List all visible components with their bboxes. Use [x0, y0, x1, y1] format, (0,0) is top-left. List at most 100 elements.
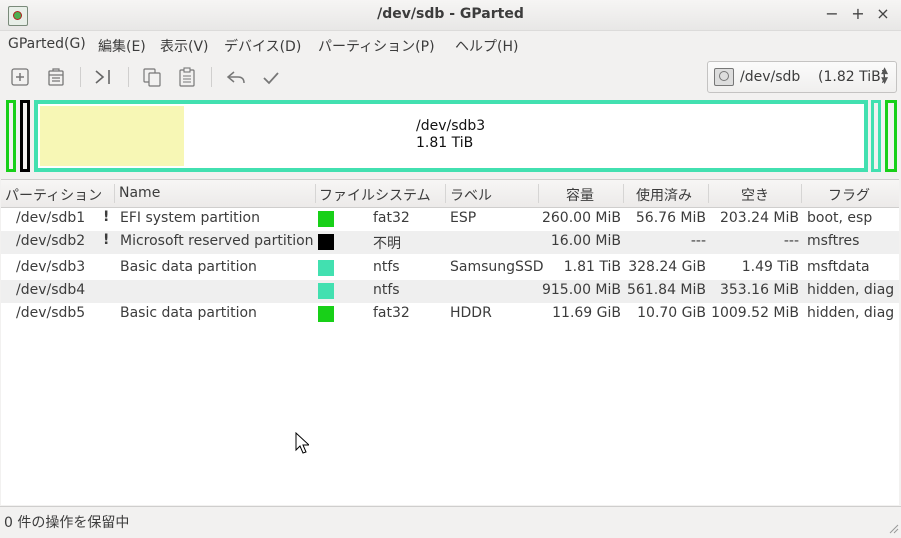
partition-flags: msftdata	[807, 259, 870, 275]
column-divider	[315, 184, 316, 203]
col-free[interactable]: 空き	[741, 185, 769, 205]
selected-partition-name: /dev/sdb3	[416, 118, 486, 134]
toolbar-separator	[211, 67, 212, 87]
partition-used: 561.84 MiB	[626, 282, 706, 298]
menu-device[interactable]: デバイス(D)	[224, 36, 301, 56]
menu-bar: GParted(G) 編集(E) 表示(V) デバイス(D) パーティション(P…	[0, 31, 901, 57]
updown-arrows-icon: ▲ ▼	[881, 66, 888, 86]
delete-partition-icon[interactable]	[45, 66, 67, 88]
menu-edit[interactable]: 編集(E)	[98, 36, 146, 56]
selected-partition-size: 1.81 TiB	[416, 135, 474, 151]
filesystem-color-swatch	[318, 211, 334, 227]
disk-segment-sdb3[interactable]: /dev/sdb3 1.81 TiB	[34, 100, 868, 172]
table-row[interactable]: /dev/sdb3 Basic data partition ntfs Sams…	[1, 257, 899, 280]
partition-used: 10.70 GiB	[637, 305, 706, 321]
col-size[interactable]: 容量	[566, 185, 594, 205]
filesystem-color-swatch	[318, 306, 334, 322]
filesystem: 不明	[373, 236, 401, 252]
copy-icon[interactable]	[141, 66, 163, 88]
partition-free: 203.24 MiB	[719, 210, 799, 226]
warning-icon: !	[103, 232, 110, 248]
status-bar: 0 件の操作を保留中	[0, 506, 901, 536]
partition-name: Basic data partition	[120, 259, 257, 275]
partition-flags: msftres	[807, 233, 860, 249]
used-space-fill	[40, 106, 184, 166]
partition-flags: boot, esp	[807, 210, 873, 226]
partition-used: ---	[690, 233, 706, 249]
filesystem: ntfs	[373, 282, 400, 298]
menu-partition[interactable]: パーティション(P)	[318, 36, 435, 56]
partition-size: 260.00 MiB	[541, 210, 621, 226]
partition-path: /dev/sdb4	[16, 282, 86, 298]
partition-list-header: パーティション Name ファイルシステム ラベル 容量 使用済み 空き フラグ	[1, 180, 899, 208]
minimize-icon[interactable]: −	[822, 4, 842, 24]
resize-grip-icon[interactable]	[887, 522, 899, 534]
table-row[interactable]: /dev/sdb1 ! EFI system partition fat32 E…	[1, 208, 899, 231]
partition-used: 328.24 GiB	[628, 259, 706, 275]
device-selector[interactable]: /dev/sdb (1.82 TiB) ▲ ▼	[707, 61, 897, 93]
pending-operations-status: 0 件の操作を保留中	[4, 515, 130, 531]
title-bar: /dev/sdb - GParted − + ×	[0, 0, 901, 31]
partition-list: パーティション Name ファイルシステム ラベル 容量 使用済み 空き フラグ…	[1, 179, 899, 505]
col-used[interactable]: 使用済み	[636, 185, 692, 205]
device-name: /dev/sdb	[740, 69, 801, 85]
table-row[interactable]: /dev/sdb4 ntfs 915.00 MiB 561.84 MiB 353…	[1, 280, 899, 303]
partition-path: /dev/sdb1	[16, 210, 86, 226]
column-divider	[114, 184, 115, 203]
column-divider	[708, 184, 709, 203]
partition-label: HDDR	[450, 305, 492, 321]
partition-path: /dev/sdb5	[16, 305, 86, 321]
apply-icon[interactable]	[260, 66, 282, 88]
menu-view[interactable]: 表示(V)	[160, 36, 209, 56]
toolbar-separator	[80, 67, 81, 87]
partition-size: 11.69 GiB	[552, 305, 621, 321]
partition-name: Microsoft reserved partition	[120, 233, 314, 249]
table-row[interactable]: /dev/sdb5 Basic data partition fat32 HDD…	[1, 303, 899, 326]
menu-help[interactable]: ヘルプ(H)	[455, 36, 518, 56]
disk-segment-sdb5[interactable]	[885, 100, 897, 172]
partition-label: SamsungSSD	[450, 259, 544, 275]
partition-flags: hidden, diag	[807, 305, 895, 321]
partition-free: ---	[783, 233, 799, 249]
close-icon[interactable]: ×	[873, 4, 893, 24]
col-partition[interactable]: パーティション	[5, 185, 102, 205]
column-divider	[445, 184, 446, 203]
resize-move-icon[interactable]	[92, 66, 114, 88]
toolbar-separator	[128, 67, 129, 87]
warning-icon: !	[103, 209, 110, 225]
filesystem-color-swatch	[318, 234, 334, 250]
partition-label: ESP	[450, 210, 477, 226]
partition-size: 16.00 MiB	[550, 233, 621, 249]
col-filesystem[interactable]: ファイルシステム	[319, 185, 431, 205]
column-divider	[623, 184, 624, 203]
partition-used: 56.76 MiB	[635, 210, 706, 226]
disk-map: /dev/sdb3 1.81 TiB	[4, 99, 898, 173]
disk-segment-sdb1[interactable]	[6, 100, 16, 172]
column-divider	[801, 184, 802, 203]
menu-gparted[interactable]: GParted(G)	[8, 36, 86, 52]
col-name[interactable]: Name	[119, 185, 160, 201]
col-label[interactable]: ラベル	[450, 185, 492, 205]
partition-name: Basic data partition	[120, 305, 257, 321]
table-row[interactable]: /dev/sdb2 ! Microsoft reserved partition…	[1, 231, 899, 254]
filesystem-color-swatch	[318, 283, 334, 299]
maximize-icon[interactable]: +	[848, 4, 868, 24]
disk-segment-sdb2[interactable]	[20, 100, 30, 172]
partition-flags: hidden, diag	[807, 282, 895, 298]
filesystem-color-swatch	[318, 260, 334, 276]
partition-size: 915.00 MiB	[541, 282, 621, 298]
partition-free: 1.49 TiB	[741, 259, 799, 275]
col-flags[interactable]: フラグ	[828, 185, 870, 205]
undo-icon[interactable]	[225, 66, 247, 88]
paste-icon[interactable]	[176, 66, 198, 88]
selected-partition-text: /dev/sdb3 1.81 TiB	[416, 118, 485, 152]
window-title: /dev/sdb - GParted	[377, 6, 524, 22]
partition-free: 1009.52 MiB	[711, 305, 799, 321]
device-size: (1.82 TiB)	[818, 69, 887, 85]
partition-free: 353.16 MiB	[719, 282, 799, 298]
column-divider	[538, 184, 539, 203]
mouse-cursor-icon	[295, 431, 311, 454]
partition-path: /dev/sdb2	[16, 233, 86, 249]
new-partition-icon[interactable]	[9, 66, 31, 88]
disk-segment-sdb4[interactable]	[871, 100, 881, 172]
